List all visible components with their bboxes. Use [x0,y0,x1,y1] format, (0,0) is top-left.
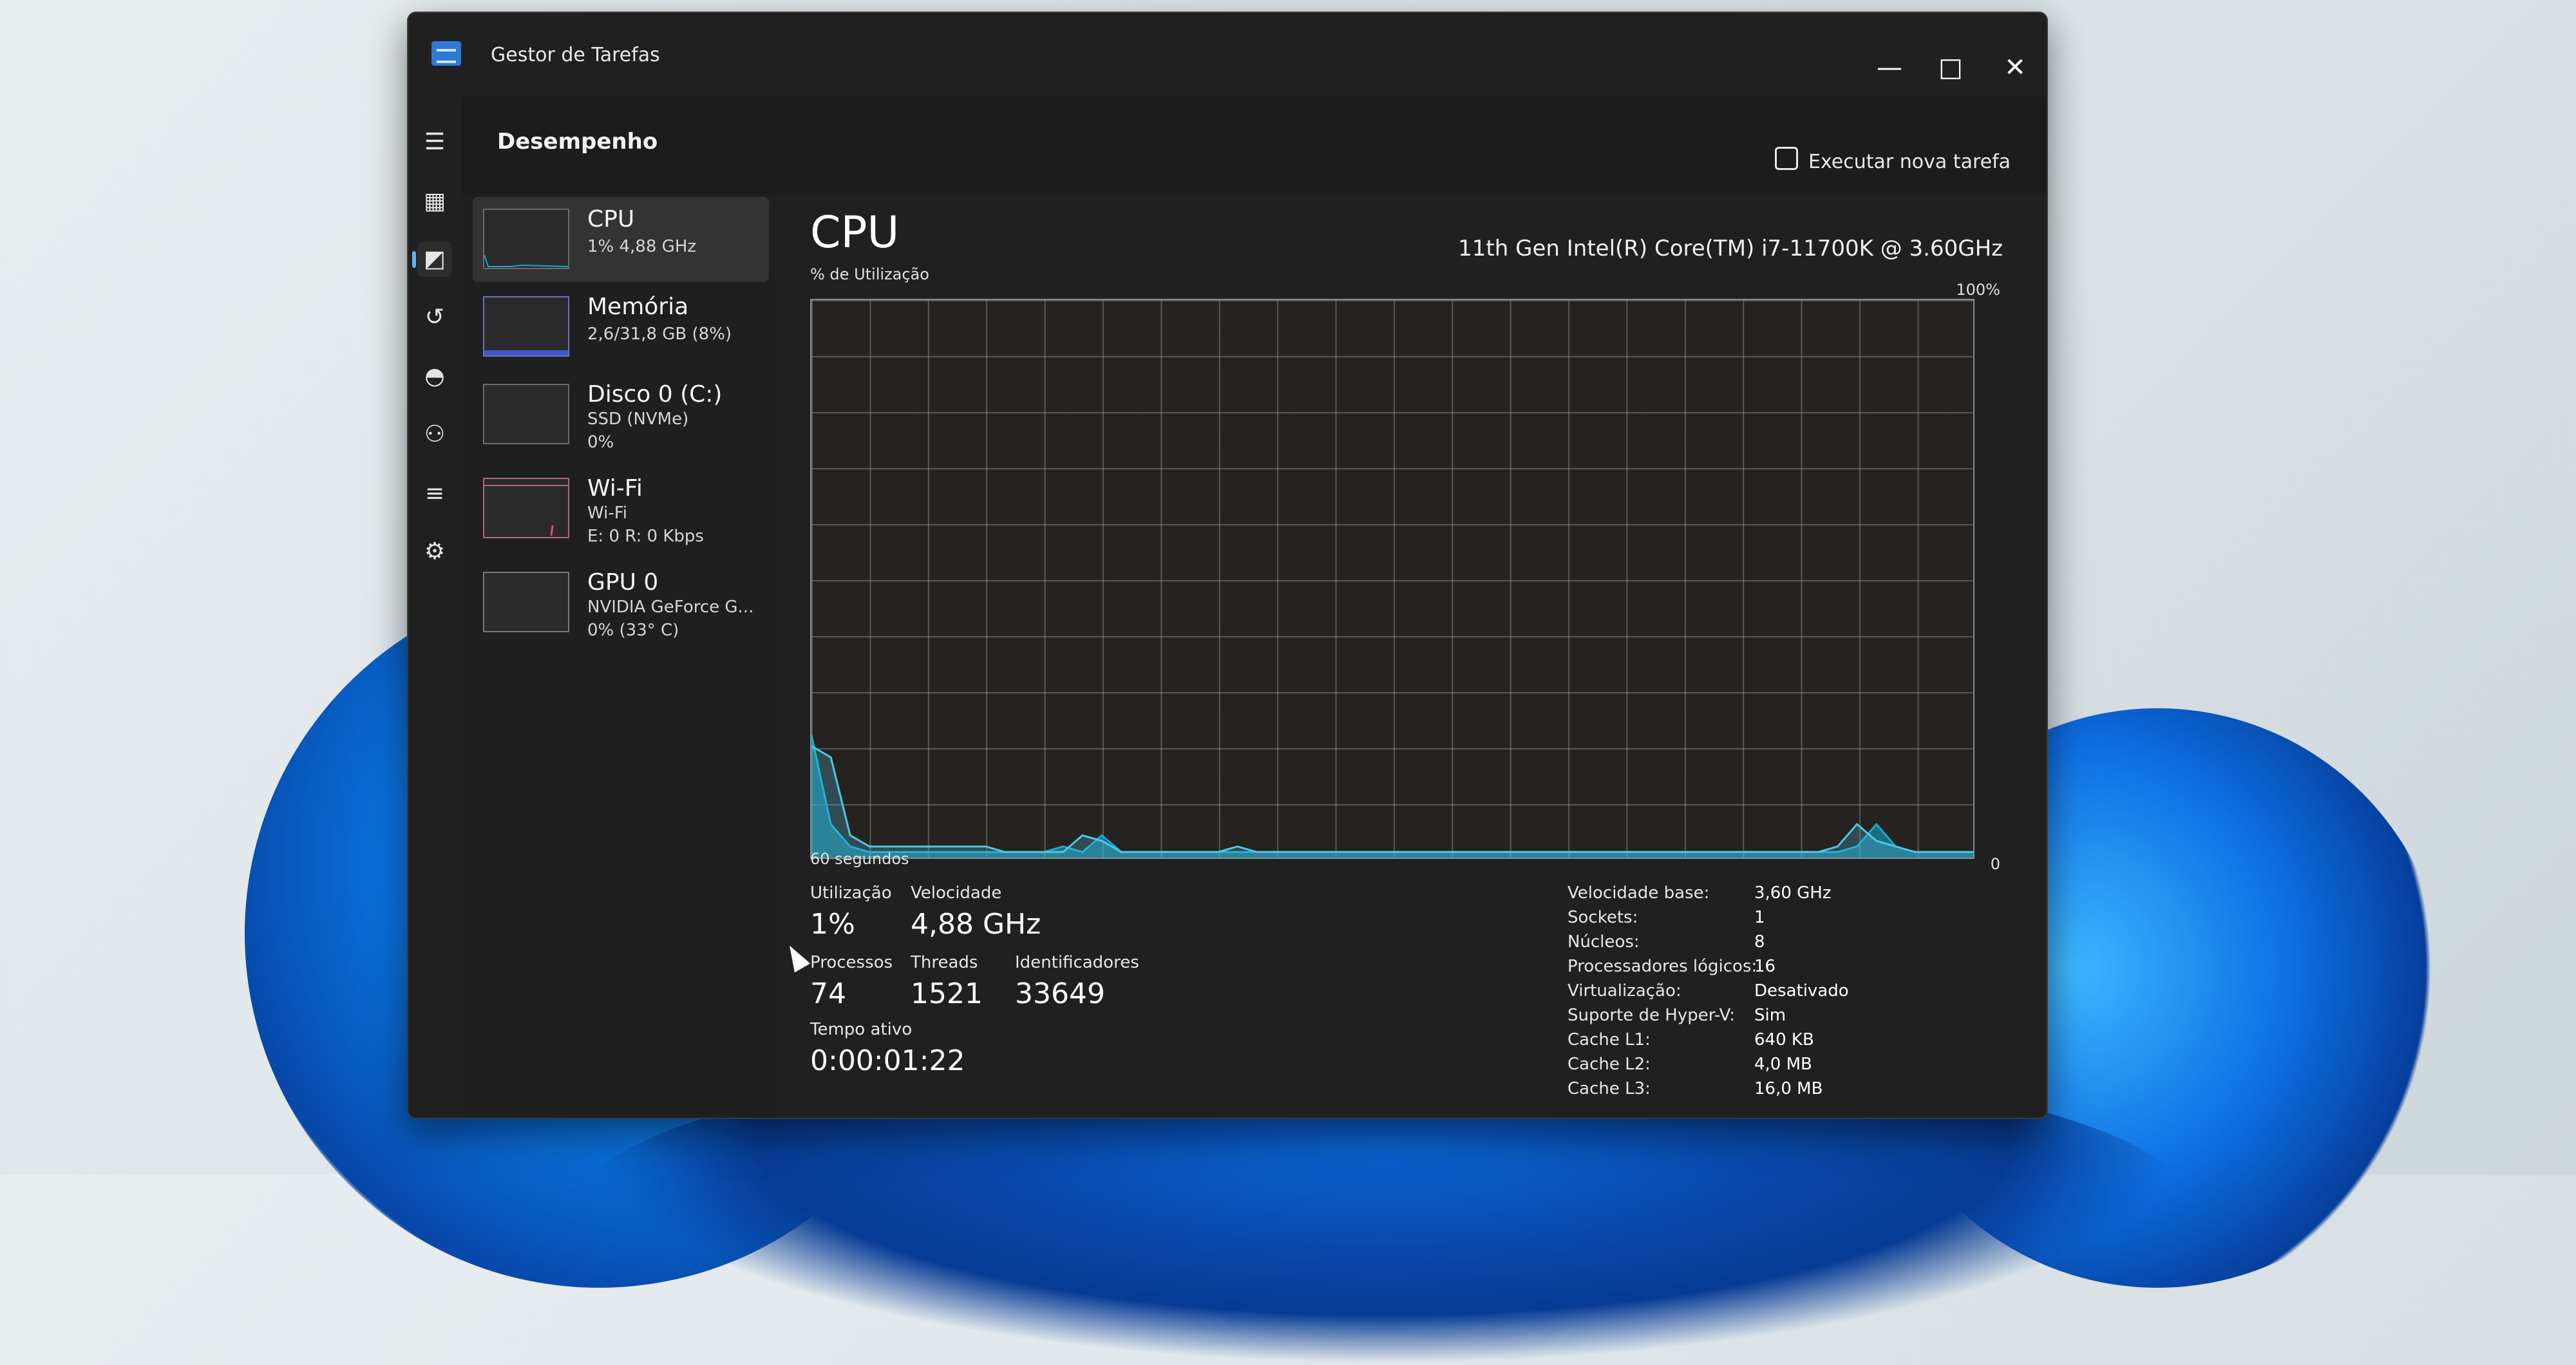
list-item-memory[interactable]: Memória 2,6/31,8 GB (8%) [473,285,769,370]
cpu-series-line-1 [811,745,1973,853]
threads-value: 1521 [911,977,983,1010]
info-value: Sim [1754,1006,1786,1025]
uptime-value: 0:00:01:22 [810,1044,965,1077]
list-item-cpu[interactable]: CPU 1% 4,88 GHz [473,197,769,282]
services-icon[interactable]: ⚙ [417,534,452,569]
page-title: Desempenho [497,129,658,155]
info-value: 3,60 GHz [1754,883,1832,903]
info-value: 8 [1754,932,1765,952]
info-label: Cache L1: [1567,1030,1651,1050]
menu-icon[interactable]: ☰ [417,125,452,160]
info-value: Desativado [1754,981,1849,1001]
utilization-axis-label: % de Utilização [810,265,929,283]
users-icon[interactable]: ⚇ [417,417,452,452]
handles-value: 33649 [1015,977,1105,1010]
minimize-button[interactable]: — [1870,52,1909,84]
cpu-series-line-0 [811,735,1973,853]
info-value: 1 [1754,908,1765,927]
uptime-label: Tempo ativo [810,1020,913,1039]
list-item-detail: Wi-Fi [587,504,628,523]
list-item-disk[interactable]: Disco 0 (C:) SSD (NVMe) 0% [473,372,769,457]
list-item-detail: 0% (33° C) [587,621,679,640]
cpu-graph-svg [811,735,1973,858]
memory-thumbnail-graph [483,296,569,357]
window-title: Gestor de Tarefas [491,44,660,66]
task-manager-window: Gestor de Tarefas — □ ✕ ☰ ▦ ◩ ↺ ◓ ⚇ ≡ ⚙ … [407,12,2048,1119]
processes-label: Processos [810,953,893,972]
performance-icon[interactable]: ◩ [412,242,452,277]
y-max-label: 100% [1956,281,2000,299]
disk-thumbnail-graph [483,384,569,444]
task-manager-icon [431,41,461,66]
wifi-thumbnail-graph [483,478,569,538]
gpu-thumbnail-graph [483,572,569,632]
utilization-label: Utilização [810,883,892,903]
list-item-detail: E: 0 R: 0 Kbps [587,527,704,546]
time-span-label: 60 segundos [810,850,909,868]
title-bar[interactable]: Gestor de Tarefas — □ ✕ [408,13,2047,97]
run-new-task-label: Executar nova tarefa [1808,151,2011,173]
resource-list: CPU 1% 4,88 GHz Memória 2,6/31,8 GB (8%)… [461,193,777,1118]
info-label: Cache L3: [1567,1079,1651,1098]
info-label: Processadores lógicos: [1567,957,1757,976]
new-task-icon [1775,147,1798,170]
list-item-title: CPU [587,206,635,232]
maximize-button[interactable]: □ [1931,52,1970,84]
list-item-gpu[interactable]: GPU 0 NVIDIA GeForce G... 0% (33° C) [473,560,769,645]
processes-value: 74 [810,977,846,1010]
info-value: 4,0 MB [1754,1055,1812,1074]
speed-label: Velocidade [911,883,1002,903]
info-label: Suporte de Hyper-V: [1567,1006,1736,1025]
details-icon[interactable]: ≡ [417,476,452,511]
list-item-detail: 2,6/31,8 GB (8%) [587,325,732,344]
list-item-wifi[interactable]: Wi-Fi Wi-Fi E: 0 R: 0 Kbps [473,466,769,551]
cpu-details-panel: CPU 11th Gen Intel(R) Core(TM) i7-11700K… [777,193,2047,1118]
info-label: Virtualização: [1567,981,1681,1001]
cpu-model-name: 11th Gen Intel(R) Core(TM) i7-11700K @ 3… [1458,236,2003,261]
more-options-button[interactable]: ··· [2047,148,2048,174]
info-value: 640 KB [1754,1030,1814,1050]
info-value: 16,0 MB [1754,1079,1823,1098]
threads-label: Threads [911,953,978,972]
y-min-label: 0 [1990,855,2000,873]
startup-icon[interactable]: ◓ [417,359,452,394]
list-item-detail: SSD (NVMe) [587,410,689,429]
page-header: Desempenho Executar nova tarefa ··· [461,97,2047,193]
history-icon[interactable]: ↺ [417,300,452,335]
cpu-series-area-1 [811,746,1973,858]
info-label: Velocidade base: [1567,883,1710,903]
utilization-value: 1% [810,908,855,941]
processes-icon[interactable]: ▦ [417,184,452,219]
info-label: Cache L2: [1567,1055,1651,1074]
list-item-detail: 0% [587,433,614,452]
list-item-title: Disco 0 (C:) [587,381,723,408]
handles-label: Identificadores [1015,953,1139,972]
close-button[interactable]: ✕ [1996,52,2034,84]
cpu-thumbnail-graph [483,209,569,269]
cpu-heading: CPU [810,207,900,258]
list-item-detail: NVIDIA GeForce G... [587,598,754,617]
info-label: Núcleos: [1567,932,1640,952]
run-new-task-button[interactable]: Executar nova tarefa [1775,147,2011,173]
info-label: Sockets: [1567,908,1638,927]
cpu-utilization-graph [810,299,1975,859]
list-item-title: GPU 0 [587,569,659,596]
cpu-series-area-0 [811,735,1973,858]
list-item-title: Memória [587,294,689,320]
info-value: 16 [1754,957,1776,976]
speed-value: 4,88 GHz [911,908,1041,941]
nav-rail: ☰ ▦ ◩ ↺ ◓ ⚇ ≡ ⚙ ⚙ [408,97,461,1118]
list-item-detail: 1% 4,88 GHz [587,237,697,256]
list-item-title: Wi-Fi [587,475,643,502]
